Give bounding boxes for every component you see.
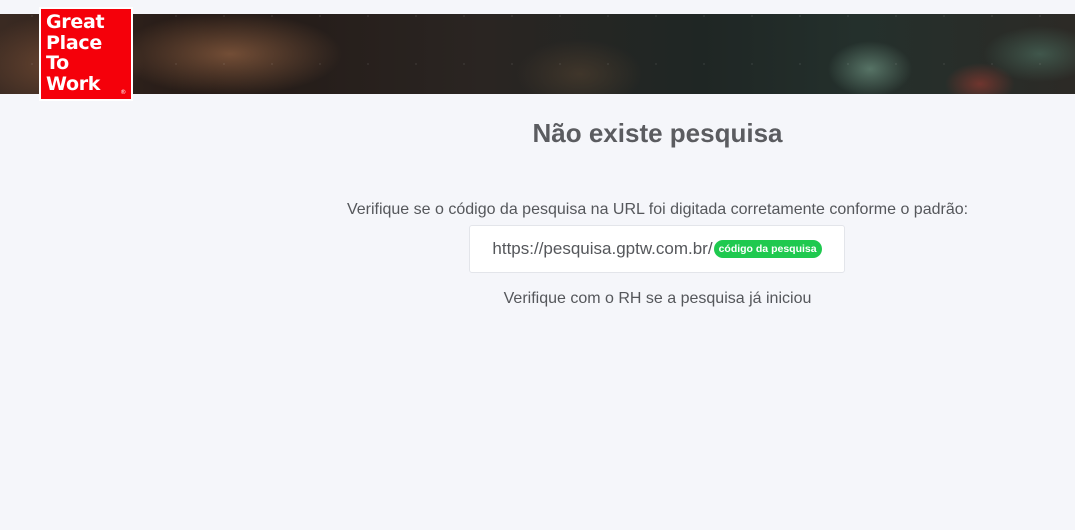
logo-mark: Great Place To Work ®	[41, 9, 131, 99]
registered-mark: ®	[120, 89, 126, 96]
hr-hint-text: Verifique com o RH se a pesquisa já inic…	[503, 290, 812, 307]
url-prefix: https://pesquisa.gptw.com.br/	[492, 239, 713, 258]
survey-code-badge: código da pesquisa	[713, 240, 822, 258]
banner-texture	[0, 14, 1075, 94]
top-bar	[0, 0, 1075, 15]
logo-word: Place	[46, 31, 102, 54]
page-title: Não existe pesquisa	[532, 118, 783, 148]
great-place-to-work-logo[interactable]: Great Place To Work ®	[39, 7, 133, 101]
header-banner	[0, 14, 1075, 94]
logo-word: Great	[46, 11, 105, 33]
logo-word: To	[46, 52, 69, 74]
url-instruction-text: Verifique se o código da pesquisa na URL…	[346, 201, 969, 218]
url-pattern-box: https://pesquisa.gptw.com.br/código da p…	[469, 225, 845, 273]
logo-word: Work	[46, 72, 101, 95]
